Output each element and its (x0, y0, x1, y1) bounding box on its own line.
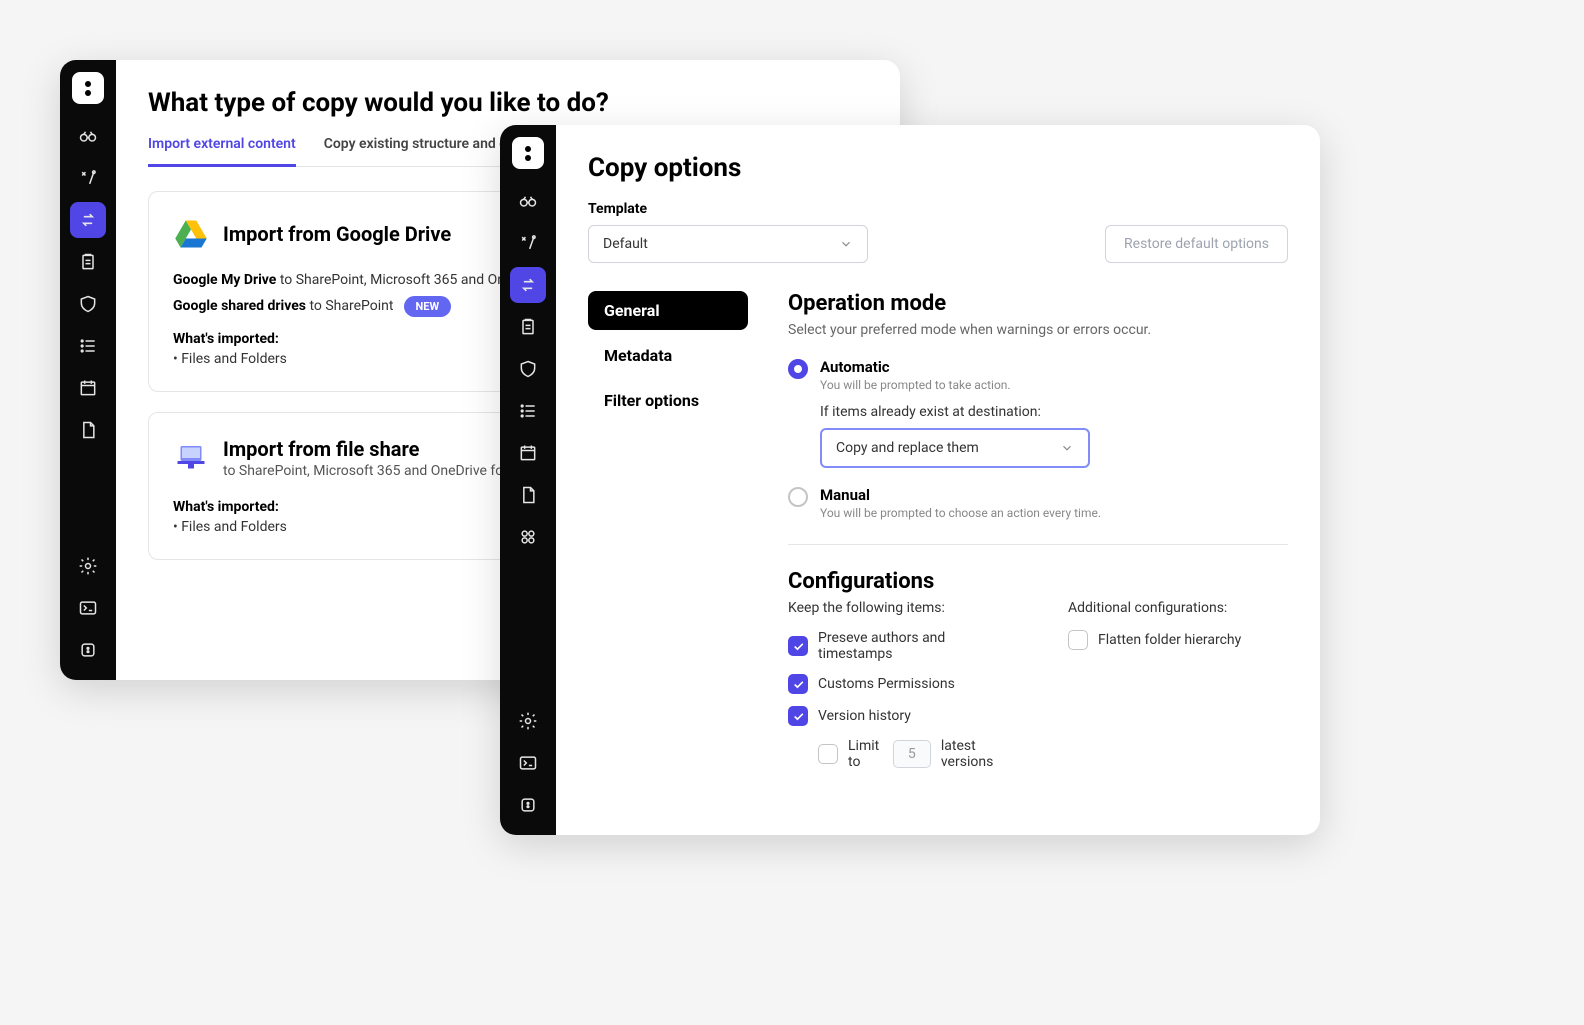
new-badge: NEW (404, 296, 452, 317)
card-title: Import from Google Drive (223, 222, 451, 246)
gear-icon[interactable] (510, 703, 546, 739)
shield-icon[interactable] (70, 286, 106, 322)
radio-input[interactable] (788, 359, 808, 379)
copy-options-panel: Copy options Template Default Restore de… (500, 125, 1320, 835)
calendar-icon[interactable] (510, 435, 546, 471)
checkbox-label: Customs Permissions (818, 676, 955, 692)
checkbox-input[interactable] (818, 744, 838, 764)
checkbox-label: Preseve authors and timestamps (818, 630, 1008, 662)
transfer-icon[interactable] (510, 267, 546, 303)
check-preserve-authors[interactable]: Preseve authors and timestamps (788, 630, 1008, 662)
clipboard-icon[interactable] (70, 244, 106, 280)
operation-mode-sub: Select your preferred mode when warnings… (788, 322, 1288, 338)
tab-import[interactable]: Import external content (148, 136, 296, 167)
google-drive-icon (173, 216, 209, 252)
sidebar (500, 125, 556, 835)
radio-label: Manual (820, 486, 1288, 504)
template-value: Default (603, 236, 648, 252)
template-label: Template (588, 201, 868, 217)
keep-label: Keep the following items: (788, 600, 1008, 616)
strategy-icon[interactable] (510, 225, 546, 261)
checkbox-label: Flatten folder hierarchy (1098, 632, 1241, 648)
front-content: Copy options Template Default Restore de… (556, 125, 1320, 835)
radio-hint: You will be prompted to take action. (820, 378, 1288, 392)
gear-icon[interactable] (70, 548, 106, 584)
check-permissions[interactable]: Customs Permissions (788, 674, 1008, 694)
grid-icon[interactable] (510, 519, 546, 555)
checkbox-input[interactable] (788, 674, 808, 694)
additional-label: Additional configurations: (1068, 600, 1288, 616)
page-title: What type of copy would you like to do? (148, 88, 868, 118)
clipboard-icon[interactable] (510, 309, 546, 345)
collapse-icon[interactable] (510, 787, 546, 823)
checkbox-label: Version history (818, 708, 911, 724)
exists-value: Copy and replace them (836, 440, 979, 456)
checkbox-input[interactable] (1068, 630, 1088, 650)
exists-select[interactable]: Copy and replace them (820, 428, 1090, 468)
operation-mode-heading: Operation mode (788, 291, 1288, 316)
collapse-icon[interactable] (70, 632, 106, 668)
restore-defaults-button[interactable]: Restore default options (1105, 225, 1288, 263)
app-logo[interactable] (512, 137, 544, 169)
calendar-icon[interactable] (70, 370, 106, 406)
checkbox-input[interactable] (788, 636, 808, 656)
list-icon[interactable] (510, 393, 546, 429)
strategy-icon[interactable] (70, 160, 106, 196)
file-icon[interactable] (70, 412, 106, 448)
limit-label: Limit to (848, 738, 883, 770)
list-icon[interactable] (70, 328, 106, 364)
file-icon[interactable] (510, 477, 546, 513)
radio-automatic[interactable]: Automatic You will be prompted to take a… (788, 358, 1288, 468)
radio-input[interactable] (788, 487, 808, 507)
exists-label: If items already exist at destination: (820, 404, 1288, 420)
section-nav: General Metadata Filter options (588, 291, 748, 782)
chevron-down-icon (1060, 441, 1074, 455)
check-version-history[interactable]: Version history (788, 706, 1008, 726)
limit-suffix: latest versions (941, 738, 1008, 770)
radio-manual[interactable]: Manual You will be prompted to choose an… (788, 486, 1288, 520)
divider (788, 544, 1288, 545)
page-title: Copy options (588, 153, 1288, 183)
terminal-icon[interactable] (70, 590, 106, 626)
transfer-icon[interactable] (70, 202, 106, 238)
limit-input[interactable] (893, 740, 931, 768)
check-flatten[interactable]: Flatten folder hierarchy (1068, 630, 1288, 650)
nav-general[interactable]: General (588, 291, 748, 330)
terminal-icon[interactable] (510, 745, 546, 781)
file-share-icon (173, 440, 209, 476)
nav-metadata[interactable]: Metadata (588, 336, 748, 375)
shield-icon[interactable] (510, 351, 546, 387)
check-limit-versions[interactable]: Limit to latest versions (818, 738, 1008, 770)
template-select[interactable]: Default (588, 225, 868, 263)
binoculars-icon[interactable] (70, 118, 106, 154)
chevron-down-icon (839, 237, 853, 251)
configurations-heading: Configurations (788, 569, 1288, 594)
binoculars-icon[interactable] (510, 183, 546, 219)
checkbox-input[interactable] (788, 706, 808, 726)
app-logo[interactable] (72, 72, 104, 104)
sidebar (60, 60, 116, 680)
nav-filter[interactable]: Filter options (588, 381, 748, 420)
radio-hint: You will be prompted to choose an action… (820, 506, 1288, 520)
radio-label: Automatic (820, 358, 1288, 376)
